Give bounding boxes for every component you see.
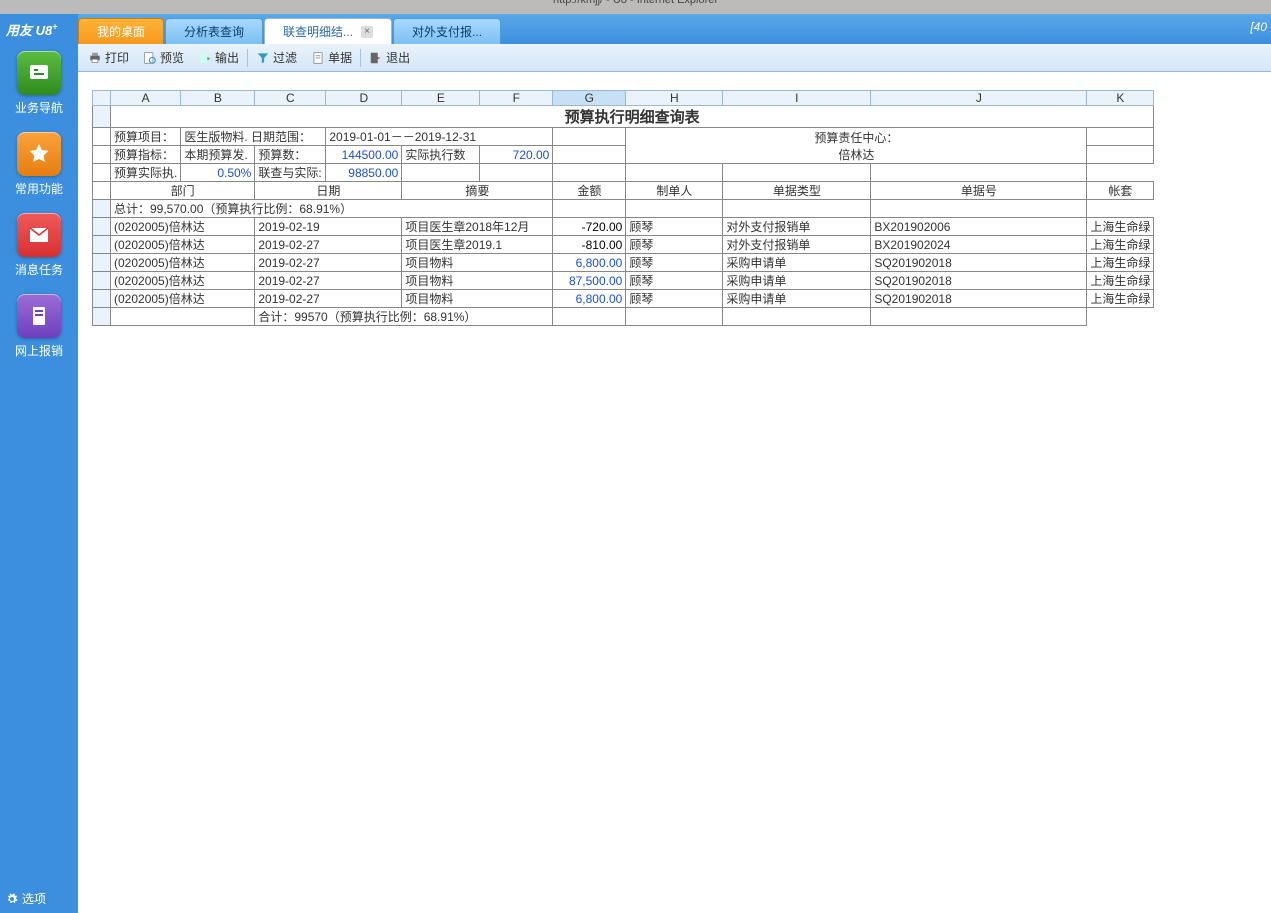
mail-icon [17,213,61,257]
sidebar-item-common[interactable]: 常用功能 [9,132,69,197]
th-1: 日期 [255,182,402,200]
report-title: 预算执行明细查询表 [111,106,1154,128]
sidebar-item-message[interactable]: 消息任务 [9,213,69,278]
col-header-K[interactable]: K [1087,91,1154,106]
col-header-I[interactable]: I [723,91,871,106]
toolbar-export[interactable]: 输出 [192,47,245,68]
export-icon [198,51,212,65]
toolbar-funnel[interactable]: 过滤 [250,47,303,68]
toolbar-exit[interactable]: 退出 [363,47,416,68]
tab-2[interactable]: 联查明细结...× [264,18,392,44]
resp-center-value: 倍林达 [838,148,874,162]
th-5: 单据类型 [723,182,871,200]
col-header-J[interactable]: J [871,91,1087,106]
col-header-F[interactable]: F [480,91,553,106]
star-icon [17,132,61,176]
content-area: ABCDEFGHIJK 预算执行明细查询表 预算项目： 医生版物料. 日期范围：… [78,72,1271,913]
sidebar: 用友 U8+ 业务导航 常用功能 消息任务 网上报销 选项 [0,14,78,913]
sidebar-options[interactable]: 选项 [0,884,52,913]
preview-icon [143,51,157,65]
funnel-icon [256,51,270,65]
doc-icon [311,51,325,65]
spreadsheet[interactable]: ABCDEFGHIJK 预算执行明细查询表 预算项目： 医生版物料. 日期范围：… [92,90,1154,326]
nav-icon [17,51,61,95]
toolbar-separator [360,49,361,67]
exit-icon [369,51,383,65]
gear-icon [6,893,18,905]
toolbar-doc[interactable]: 单据 [305,47,358,68]
tab-0[interactable]: 我的桌面 [78,18,164,44]
toolbar-separator [247,49,248,67]
app-logo: 用友 U8+ [0,16,64,43]
tab-1[interactable]: 分析表查询 [165,18,263,44]
tab-3[interactable]: 对外支付报... [393,18,501,44]
toolbar: 打印预览输出过滤单据退出 [78,44,1271,72]
col-header-D[interactable]: D [326,91,402,106]
table-row[interactable]: (0202005)倍林达2019-02-27项目医生章2019.1-810.00… [93,236,1154,254]
toolbar-printer[interactable]: 打印 [82,47,135,68]
table-row[interactable]: (0202005)倍林达2019-02-19项目医生章2018年12月-720.… [93,218,1154,236]
col-header-A[interactable]: A [111,91,181,106]
tabbar: [40 我的桌面分析表查询联查明细结...×对外支付报... [78,14,1271,44]
resp-center-label: 预算责任中心： [814,131,898,145]
toolbar-preview[interactable]: 预览 [137,47,190,68]
th-7: 帐套 [1087,182,1154,200]
corner-cell[interactable] [93,91,111,106]
table-row[interactable]: (0202005)倍林达2019-02-27项目物料6,800.00顾琴采购申请… [93,290,1154,308]
total-row: 总计：99,570.00（预算执行比例：68.91%） [111,200,553,218]
sidebar-item-expense[interactable]: 网上报销 [9,294,69,359]
printer-icon [88,51,102,65]
col-header-B[interactable]: B [181,91,255,106]
col-header-G[interactable]: G [553,91,626,106]
sidebar-item-business-nav[interactable]: 业务导航 [9,51,69,116]
tab-close-icon[interactable]: × [361,26,373,38]
table-row[interactable]: (0202005)倍林达2019-02-27项目物料87,500.00顾琴采购申… [93,272,1154,290]
th-3: 金额 [553,182,626,200]
report-icon [17,294,61,338]
table-row[interactable]: (0202005)倍林达2019-02-27项目物料6,800.00顾琴采购申请… [93,254,1154,272]
th-4: 制单人 [626,182,723,200]
th-2: 摘要 [402,182,553,200]
sum-row: 合计：99570（预算执行比例：68.91%） [255,308,553,326]
col-header-H[interactable]: H [626,91,723,106]
browser-titlebar: http://kmjj/ - U8 - Internet Explorer [0,0,1271,14]
th-0: 部门 [111,182,255,200]
hdr-project-label: 预算项目： [111,128,181,146]
corner-info: [40 [1250,20,1267,34]
col-header-C[interactable]: C [255,91,326,106]
th-6: 单据号 [871,182,1087,200]
col-header-E[interactable]: E [402,91,480,106]
